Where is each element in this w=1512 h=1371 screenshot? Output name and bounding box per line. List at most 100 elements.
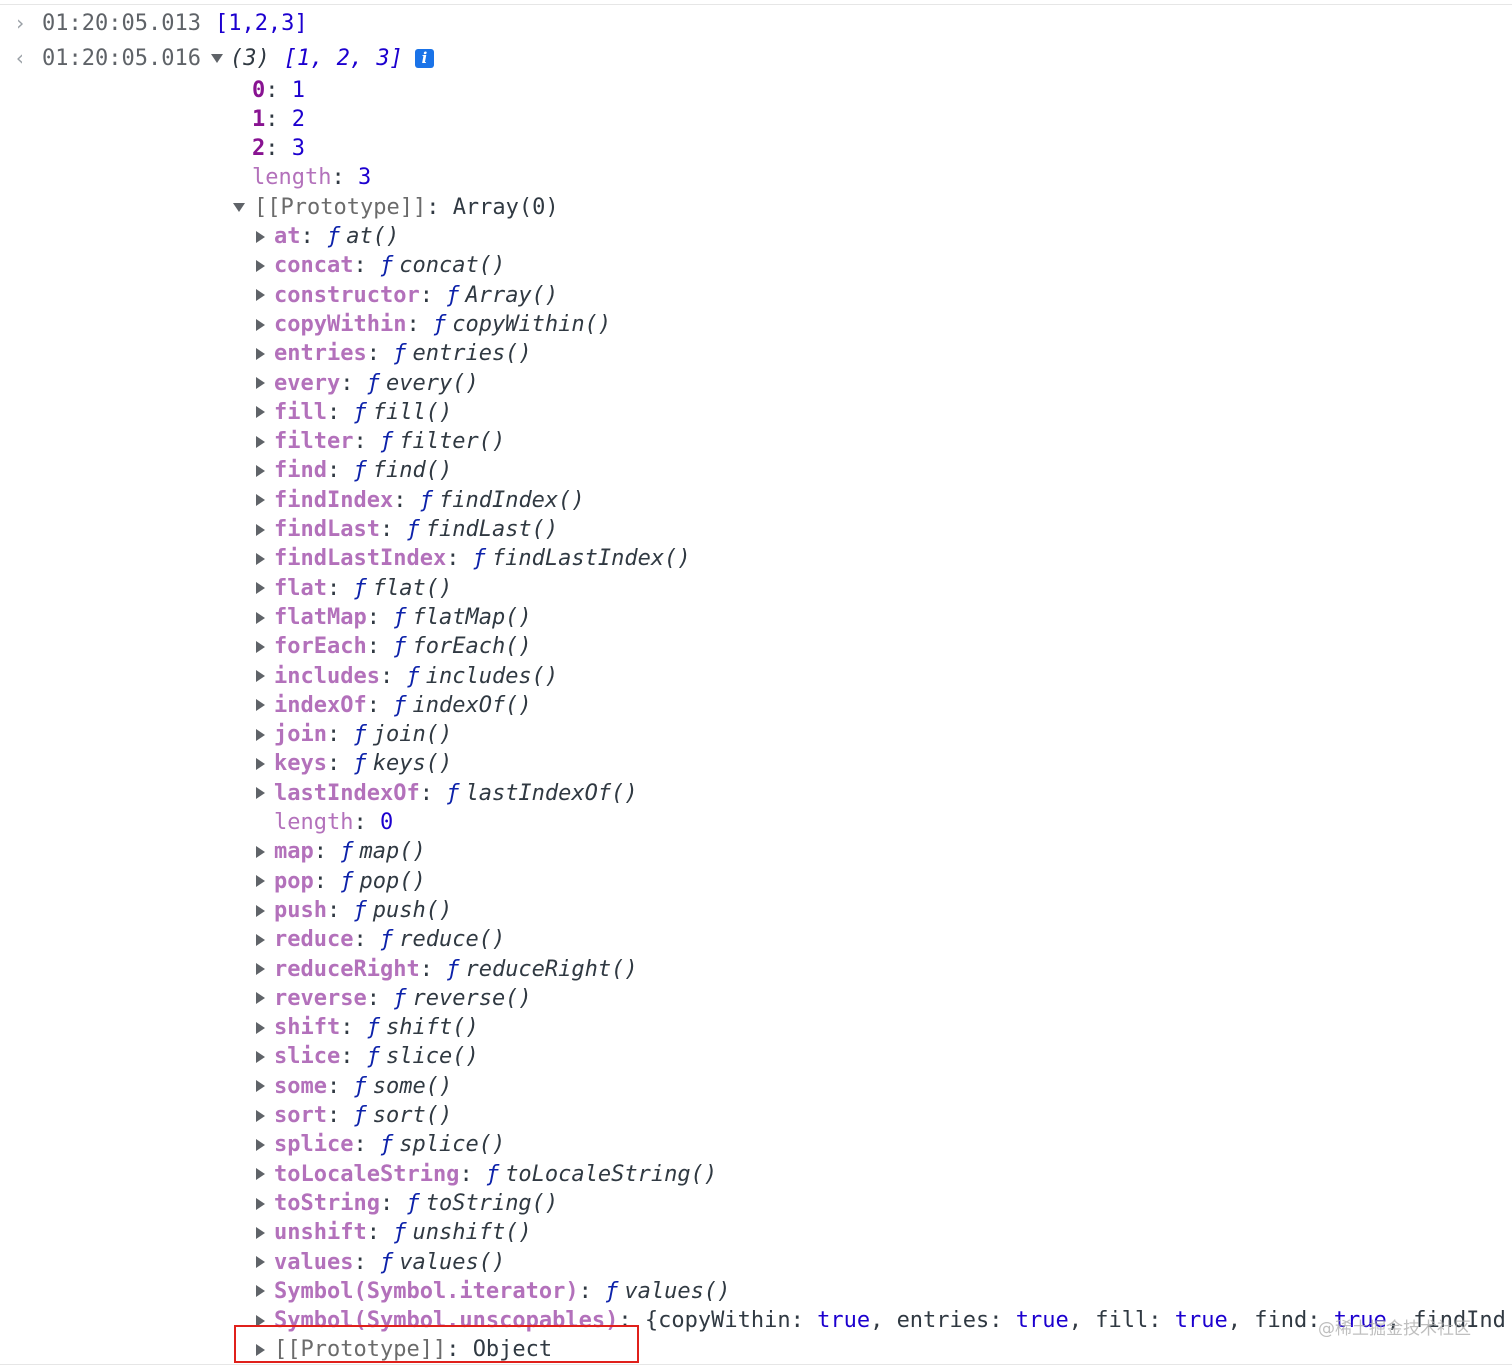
colon: : bbox=[366, 692, 394, 718]
prototype-member-row[interactable]: includes: ƒ includes() bbox=[256, 662, 558, 691]
prototype-member-row[interactable]: pop: ƒ pop() bbox=[256, 867, 426, 896]
expand-triangle-right-icon[interactable] bbox=[256, 640, 265, 653]
expand-triangle-right-icon[interactable] bbox=[256, 992, 265, 1005]
prototype-header-row[interactable]: [[Prototype]]: Array(0) bbox=[233, 193, 559, 222]
member-key: at bbox=[274, 224, 301, 249]
prototype-member-row[interactable]: at: ƒ at() bbox=[256, 222, 399, 251]
prototype-member-row[interactable]: flatMap: ƒ flatMap() bbox=[256, 603, 532, 632]
function-glyph: ƒ bbox=[393, 1220, 407, 1246]
prototype-member-row[interactable]: constructor: ƒ Array() bbox=[256, 281, 558, 310]
prototype-member-row[interactable]: findIndex: ƒ findIndex() bbox=[256, 486, 585, 515]
expand-triangle-right-icon[interactable] bbox=[256, 259, 265, 272]
expand-triangle-right-icon[interactable] bbox=[256, 406, 265, 419]
prototype-member-row[interactable]: join: ƒ join() bbox=[256, 720, 452, 749]
prototype-member-row[interactable]: copyWithin: ƒ copyWithin() bbox=[256, 310, 611, 339]
expand-triangle-right-icon[interactable] bbox=[256, 465, 265, 478]
expand-triangle-right-icon[interactable] bbox=[256, 1285, 265, 1298]
expand-triangle-right-icon[interactable] bbox=[256, 758, 265, 771]
colon: : bbox=[340, 370, 367, 396]
expand-triangle-right-icon[interactable] bbox=[256, 699, 265, 712]
member-key: join bbox=[274, 722, 327, 748]
prototype-member-row[interactable]: lastIndexOf: ƒ lastIndexOf() bbox=[256, 779, 638, 808]
prototype-member-row[interactable]: Symbol(Symbol.iterator): ƒ values() bbox=[256, 1277, 730, 1306]
prototype-member-row[interactable]: reduce: ƒ reduce() bbox=[256, 925, 505, 954]
member-key: findLastIndex bbox=[274, 546, 447, 572]
expand-triangle-right-icon[interactable] bbox=[256, 1080, 265, 1093]
expand-triangle-right-icon[interactable] bbox=[256, 347, 265, 360]
prototype-member-row[interactable]: reduceRight: ƒ reduceRight() bbox=[256, 955, 638, 984]
prototype-member-row[interactable]: toLocaleString: ƒ toLocaleString() bbox=[256, 1160, 717, 1189]
expand-triangle-right-icon[interactable] bbox=[256, 670, 265, 683]
array-entry-row: 0: 1 bbox=[252, 76, 305, 105]
expand-triangle-right-icon[interactable] bbox=[256, 1197, 265, 1210]
member-key: reduce bbox=[274, 927, 354, 953]
expand-triangle-right-icon[interactable] bbox=[256, 582, 265, 595]
member-key: length bbox=[274, 810, 354, 835]
prototype-member-row[interactable]: sort: ƒ sort() bbox=[256, 1101, 452, 1130]
colon: : bbox=[459, 1161, 486, 1187]
prototype-member-row[interactable]: indexOf: ƒ indexOf() bbox=[256, 691, 532, 720]
colon: : bbox=[300, 224, 327, 249]
prototype-member-row[interactable]: filter: ƒ filter() bbox=[256, 427, 505, 456]
expand-triangle-right-icon[interactable] bbox=[256, 1109, 265, 1122]
function-glyph: ƒ bbox=[406, 1190, 420, 1216]
prototype-member-row[interactable]: toString: ƒ toString() bbox=[256, 1189, 558, 1218]
expand-triangle-right-icon[interactable] bbox=[256, 1051, 265, 1064]
chevron-right-icon: › bbox=[14, 11, 27, 35]
prototype-member-row[interactable]: findLast: ƒ findLast() bbox=[256, 515, 558, 544]
expand-triangle-right-icon[interactable] bbox=[256, 1256, 265, 1269]
expand-triangle-right-icon[interactable] bbox=[256, 845, 265, 858]
expand-triangle-right-icon[interactable] bbox=[256, 904, 265, 917]
expand-triangle-right-icon[interactable] bbox=[256, 1138, 265, 1151]
function-glyph: ƒ bbox=[353, 1073, 367, 1099]
expand-triangle-down-icon[interactable] bbox=[210, 54, 223, 64]
expand-triangle-right-icon[interactable] bbox=[256, 611, 265, 624]
prototype-member-row[interactable]: reverse: ƒ reverse() bbox=[256, 984, 532, 1013]
prototype-member-row[interactable]: flat: ƒ flat() bbox=[256, 574, 452, 603]
prototype-member-row[interactable]: fill: ƒ fill() bbox=[256, 398, 452, 427]
info-icon[interactable]: i bbox=[414, 49, 434, 69]
prototype-member-row[interactable]: keys: ƒ keys() bbox=[256, 749, 452, 778]
expand-triangle-right-icon[interactable] bbox=[256, 1021, 265, 1034]
expand-triangle-right-icon[interactable] bbox=[256, 230, 265, 243]
prototype-member-row[interactable]: push: ƒ push() bbox=[256, 896, 452, 925]
prototype-member-row[interactable]: find: ƒ find() bbox=[256, 456, 452, 485]
expand-triangle-right-icon[interactable] bbox=[256, 933, 265, 946]
expand-triangle-right-icon[interactable] bbox=[256, 318, 265, 331]
prototype-member-row[interactable]: findLastIndex: ƒ findLastIndex() bbox=[256, 544, 691, 573]
console-output-row[interactable]: ‹ 01:20:05.016 (3) [1, 2, 3] i bbox=[0, 44, 434, 73]
prototype-member-row[interactable]: unshift: ƒ unshift() bbox=[256, 1218, 532, 1247]
function-glyph: ƒ bbox=[446, 282, 460, 308]
prototype-member-row[interactable]: entries: ƒ entries() bbox=[256, 339, 532, 368]
prototype-member-row[interactable]: forEach: ƒ forEach() bbox=[256, 632, 532, 661]
expand-triangle-right-icon[interactable] bbox=[256, 728, 265, 741]
expand-triangle-right-icon[interactable] bbox=[256, 494, 265, 507]
prototype-member-row[interactable]: map: ƒ map() bbox=[256, 837, 426, 866]
expand-triangle-right-icon[interactable] bbox=[256, 435, 265, 448]
prototype-member-row[interactable]: slice: ƒ slice() bbox=[256, 1042, 479, 1071]
expand-triangle-right-icon[interactable] bbox=[256, 523, 265, 536]
entry-value: 3 bbox=[291, 136, 305, 162]
member-key: flatMap bbox=[274, 604, 367, 630]
prototype-value: Array(0) bbox=[452, 194, 559, 220]
expand-triangle-right-icon[interactable] bbox=[256, 963, 265, 976]
preview-key: entries bbox=[896, 1308, 990, 1334]
expand-triangle-right-icon[interactable] bbox=[256, 377, 265, 390]
colon: : bbox=[446, 546, 473, 572]
prototype-member-row[interactable]: shift: ƒ shift() bbox=[256, 1013, 479, 1042]
colon: : bbox=[366, 985, 394, 1011]
expand-triangle-right-icon[interactable] bbox=[256, 1168, 265, 1181]
expand-triangle-right-icon[interactable] bbox=[256, 1226, 265, 1239]
prototype-member-row[interactable]: splice: ƒ splice() bbox=[256, 1130, 505, 1159]
expand-triangle-down-icon[interactable] bbox=[233, 202, 245, 212]
prototype-member-row[interactable]: values: ƒ values() bbox=[256, 1248, 505, 1277]
function-glyph: ƒ bbox=[353, 751, 367, 777]
member-key: some bbox=[274, 1073, 327, 1099]
prototype-member-row[interactable]: every: ƒ every() bbox=[256, 369, 479, 398]
prototype-member-row[interactable]: concat: ƒ concat() bbox=[256, 251, 505, 280]
expand-triangle-right-icon[interactable] bbox=[256, 787, 265, 800]
prototype-member-row[interactable]: some: ƒ some() bbox=[256, 1072, 452, 1101]
expand-triangle-right-icon[interactable] bbox=[256, 875, 265, 888]
expand-triangle-right-icon[interactable] bbox=[256, 289, 265, 302]
expand-triangle-right-icon[interactable] bbox=[256, 552, 265, 565]
